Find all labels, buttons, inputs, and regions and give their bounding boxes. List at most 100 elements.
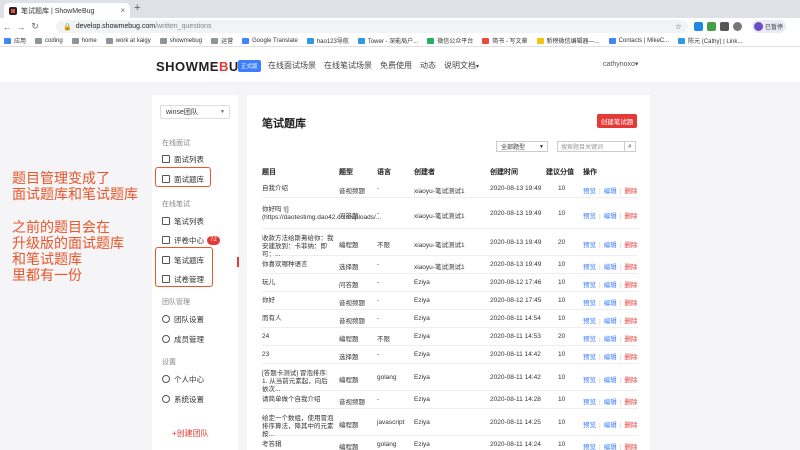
bookmark-item[interactable]: 简书 - 写文章 bbox=[482, 36, 528, 45]
delete-link[interactable]: 删除 bbox=[624, 318, 637, 325]
extension-icon[interactable] bbox=[720, 22, 729, 31]
delete-link[interactable]: 删除 bbox=[624, 399, 637, 406]
edit-link[interactable]: 编辑 bbox=[604, 282, 617, 289]
delete-link[interactable]: 删除 bbox=[624, 188, 637, 195]
bookmark-item[interactable]: 陈元 (Cathy) | Link... bbox=[678, 36, 742, 45]
bookmark-item[interactable]: 应用 bbox=[4, 36, 26, 45]
edit-link[interactable]: 编辑 bbox=[604, 213, 617, 220]
delete-link[interactable]: 删除 bbox=[624, 242, 637, 249]
type-filter-select[interactable]: 全部题型 ▼ bbox=[496, 141, 548, 152]
nav-news[interactable]: 动态 bbox=[420, 60, 436, 71]
edit-link[interactable]: 编辑 bbox=[604, 242, 617, 249]
extension-icon[interactable] bbox=[694, 22, 703, 31]
extension-icon[interactable] bbox=[707, 22, 716, 31]
bookmark-item[interactable]: home bbox=[71, 37, 97, 44]
sidebar-item-system-settings[interactable]: 系统设置 bbox=[162, 393, 234, 405]
bookmark-item[interactable]: Contacts | MikeC... bbox=[608, 37, 669, 44]
bookmark-item[interactable]: hao123导航 bbox=[306, 36, 349, 45]
bookmark-item[interactable]: coding bbox=[35, 37, 63, 44]
url-bar[interactable]: 🔒 develop.showmebug.com/written_question… bbox=[56, 20, 688, 33]
delete-link[interactable]: 删除 bbox=[624, 377, 637, 384]
edit-link[interactable]: 编辑 bbox=[604, 264, 617, 271]
sidebar-item-team-settings[interactable]: 团队设置 bbox=[162, 313, 234, 325]
table-row: 请简单做个自我介绍 音视频题 - Eziya 2020-08-11 14:28 10 预览 |… bbox=[262, 391, 638, 409]
sidebar-item-written-list[interactable]: 笔试列表 bbox=[162, 215, 234, 227]
edit-link[interactable]: 编辑 bbox=[604, 354, 617, 361]
showmebug-logo[interactable]: SHOWMEBUG bbox=[156, 59, 249, 74]
delete-link[interactable]: 删除 bbox=[624, 264, 637, 271]
sidebar-item-interview-list[interactable]: 面试列表 bbox=[162, 153, 234, 165]
nav-interview-scene[interactable]: 在线面试场景 bbox=[268, 60, 316, 71]
annotation-1: 题目管理变成了 面试题库和笔试题库 bbox=[12, 170, 138, 202]
preview-link[interactable]: 预览 bbox=[583, 377, 596, 384]
preview-link[interactable]: 预览 bbox=[583, 282, 596, 289]
bookmark-item[interactable]: 微信公众平台 bbox=[427, 36, 473, 45]
delete-link[interactable]: 删除 bbox=[624, 300, 637, 307]
bookmark-item[interactable]: Google Translate bbox=[242, 37, 298, 44]
question-time: 2020-08-11 14:28 bbox=[490, 396, 541, 403]
edit-link[interactable]: 编辑 bbox=[604, 399, 617, 406]
question-score: 10 bbox=[558, 441, 566, 448]
forward-arrow-icon[interactable]: → bbox=[14, 22, 28, 32]
bookmark-item[interactable]: Tower - 深能局户... bbox=[357, 36, 418, 45]
action-divider: | bbox=[619, 422, 622, 429]
preview-link[interactable]: 预览 bbox=[583, 300, 596, 307]
preview-link[interactable]: 预览 bbox=[583, 213, 596, 220]
reload-icon[interactable]: ↻ bbox=[28, 21, 42, 32]
delete-link[interactable]: 删除 bbox=[624, 444, 637, 450]
bookmark-item[interactable]: 新榜微信编辑器—... bbox=[536, 36, 600, 45]
edit-link[interactable]: 编辑 bbox=[604, 300, 617, 307]
edit-link[interactable]: 编辑 bbox=[604, 336, 617, 343]
question-score: 10 bbox=[558, 419, 566, 426]
preview-link[interactable]: 预览 bbox=[583, 264, 596, 271]
bookmark-star-icon[interactable]: ☆ bbox=[675, 22, 682, 31]
edit-link[interactable]: 编辑 bbox=[604, 444, 617, 450]
sidebar-item-profile[interactable]: 个人中心 bbox=[162, 373, 234, 385]
nav-written-scene[interactable]: 在线笔试场景 bbox=[324, 60, 372, 71]
delete-link[interactable]: 删除 bbox=[624, 336, 637, 343]
edit-link[interactable]: 编辑 bbox=[604, 377, 617, 384]
back-arrow-icon[interactable]: ← bbox=[0, 22, 14, 32]
delete-link[interactable]: 删除 bbox=[624, 282, 637, 289]
bookmark-item[interactable]: showmebug bbox=[159, 37, 202, 44]
create-team-button[interactable]: +创建团队 bbox=[172, 428, 209, 439]
edit-link[interactable]: 编辑 bbox=[604, 318, 617, 325]
nav-docs[interactable]: 说明文档▾ bbox=[444, 60, 479, 71]
preview-link[interactable]: 预览 bbox=[583, 399, 596, 406]
delete-link[interactable]: 删除 bbox=[624, 354, 637, 361]
team-select[interactable]: winse团队 ▼ bbox=[160, 105, 230, 119]
preview-link[interactable]: 预览 bbox=[583, 422, 596, 429]
edit-link[interactable]: 编辑 bbox=[604, 188, 617, 195]
user-menu[interactable]: cathynoxo▾ bbox=[603, 60, 638, 68]
bookmark-item[interactable]: 运营 bbox=[211, 36, 233, 45]
question-creator: xiaoyu-笔试测试1 bbox=[414, 264, 465, 271]
bookmark-item[interactable]: work at kaigy bbox=[105, 37, 151, 44]
question-creator: Eziya bbox=[414, 351, 430, 358]
browser-tab[interactable]: 笔试题库 | ShowMeBug × bbox=[4, 3, 130, 18]
chevron-down-icon: ▼ bbox=[220, 109, 225, 115]
search-input[interactable]: 搜索题目关键词 bbox=[557, 141, 624, 152]
preview-link[interactable]: 预览 bbox=[583, 444, 596, 450]
nav-free-trial[interactable]: 免费使用 bbox=[380, 60, 412, 71]
extension-icon[interactable] bbox=[733, 22, 742, 31]
create-written-question-button[interactable]: 创建笔试题 bbox=[597, 114, 637, 128]
preview-link[interactable]: 预览 bbox=[583, 242, 596, 249]
profile-paused-button[interactable]: 已暂停 bbox=[752, 20, 786, 33]
preview-link[interactable]: 预览 bbox=[583, 354, 596, 361]
sidebar-item-member-manage[interactable]: 成员管理 bbox=[162, 333, 234, 345]
sidebar-item-review-center[interactable]: 评卷中心 72 bbox=[162, 234, 234, 246]
preview-link[interactable]: 预览 bbox=[583, 188, 596, 195]
preview-link[interactable]: 预览 bbox=[583, 336, 596, 343]
preview-link[interactable]: 预览 bbox=[583, 318, 596, 325]
section-team: 团队管理 bbox=[162, 299, 190, 306]
tab-close-icon[interactable]: × bbox=[120, 6, 125, 15]
release-badge: 正式版 bbox=[238, 60, 261, 72]
action-divider: | bbox=[599, 444, 601, 450]
row-actions: 预览 | 编辑 | 删除 bbox=[583, 279, 637, 289]
delete-link[interactable]: 删除 bbox=[624, 422, 637, 429]
search-icon[interactable]: ⌕ bbox=[624, 141, 636, 152]
delete-link[interactable]: 删除 bbox=[624, 213, 637, 220]
wechat-icon bbox=[427, 37, 435, 44]
edit-link[interactable]: 编辑 bbox=[604, 422, 617, 429]
new-tab-button[interactable]: + bbox=[134, 2, 140, 14]
